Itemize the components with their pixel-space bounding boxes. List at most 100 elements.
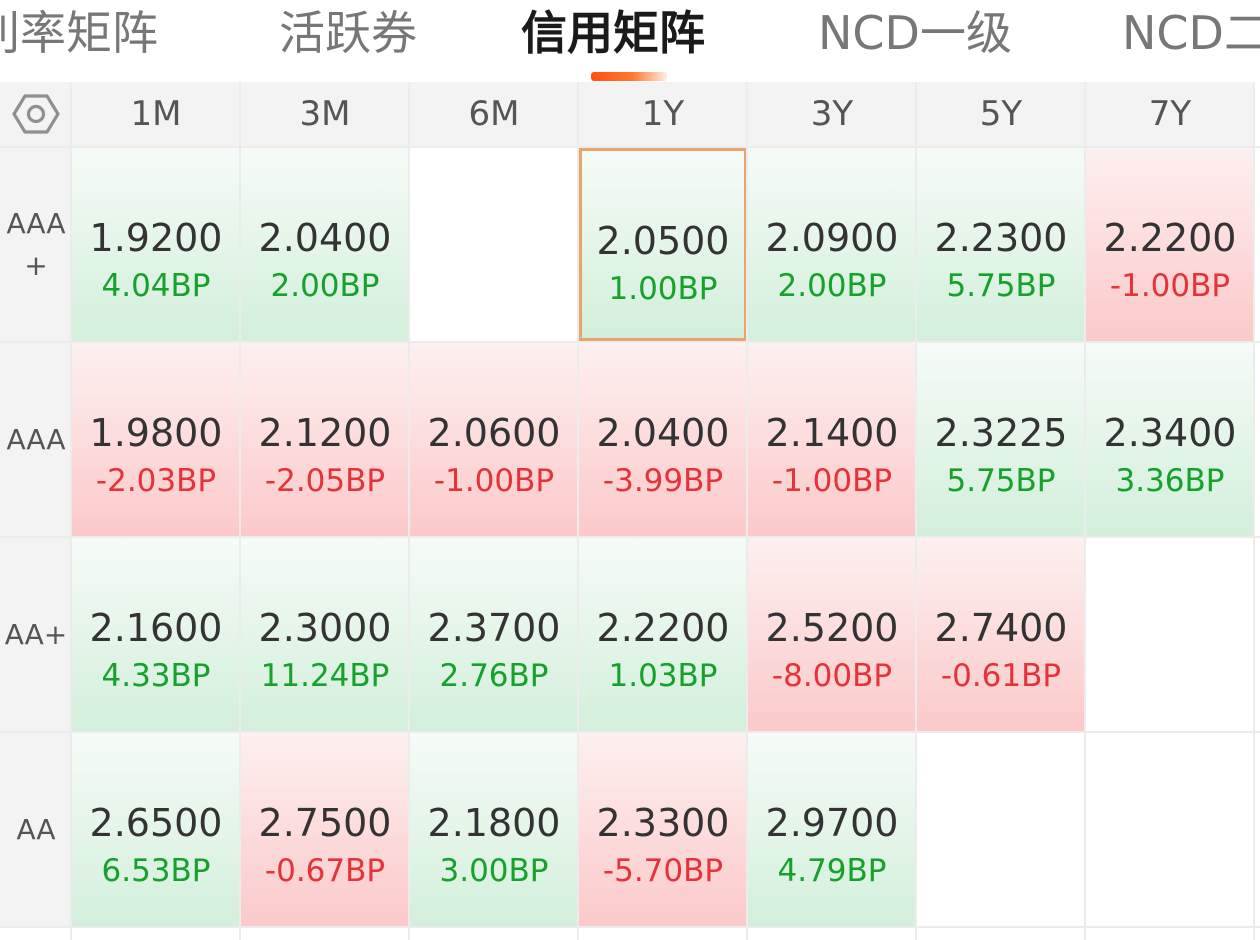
matrix-cell[interactable]: 2.3300 -5.70BP bbox=[579, 733, 747, 926]
column-header-1m: 1M bbox=[72, 82, 240, 146]
matrix-cell[interactable]: 2.5200 -8.00BP bbox=[748, 538, 916, 731]
tab-ncd-primary[interactable]: NCD一级 bbox=[818, 0, 1012, 66]
yield-value: 2.3300 bbox=[596, 801, 730, 845]
matrix-cell[interactable]: 2.1800 3.00BP bbox=[410, 733, 578, 926]
column-header-6m: 6M bbox=[410, 82, 578, 146]
matrix-cell[interactable]: 2.3000 11.24BP bbox=[241, 538, 409, 731]
bp-change: 5.75BP bbox=[946, 463, 1056, 499]
matrix-cell[interactable] bbox=[917, 733, 1085, 926]
yield-value: 2.1200 bbox=[258, 411, 392, 455]
tab-bar: 利率矩阵 活跃券 信用矩阵 NCD一级 NCD二级 bbox=[0, 0, 1260, 82]
matrix-cell[interactable] bbox=[1086, 538, 1254, 731]
column-header-1y: 1Y bbox=[579, 82, 747, 146]
yield-value: 2.2200 bbox=[1103, 216, 1237, 260]
grid-divider bbox=[1084, 82, 1086, 940]
tab-credit-matrix[interactable]: 信用矩阵 bbox=[521, 0, 705, 66]
tab-active-bonds[interactable]: 活跃券 bbox=[279, 0, 417, 66]
matrix-cell[interactable]: 2.3225 5.75BP bbox=[917, 343, 1085, 536]
grid-divider bbox=[239, 82, 241, 940]
yield-value: 2.2300 bbox=[934, 216, 1068, 260]
bp-change: 4.04BP bbox=[101, 268, 211, 304]
grid-divider bbox=[408, 82, 410, 940]
bp-change: -1.00BP bbox=[771, 463, 893, 499]
matrix-cell[interactable]: 2.6500 6.53BP bbox=[72, 733, 240, 926]
bp-change: -1.00BP bbox=[1109, 268, 1231, 304]
bp-change: 4.33BP bbox=[101, 658, 211, 694]
yield-value: 1.9800 bbox=[89, 411, 223, 455]
matrix-cell[interactable]: 2.0400 2.00BP bbox=[241, 148, 409, 341]
matrix-settings-button[interactable] bbox=[0, 82, 72, 146]
bp-change: -0.61BP bbox=[940, 658, 1062, 694]
grid-divider bbox=[70, 82, 72, 940]
row-header: AAA bbox=[0, 343, 72, 536]
grid-divider bbox=[1253, 82, 1255, 940]
yield-value: 2.0400 bbox=[258, 216, 392, 260]
row-header: AA+ bbox=[0, 538, 72, 731]
yield-value: 2.9700 bbox=[765, 801, 899, 845]
grid-divider bbox=[0, 536, 1260, 538]
matrix-cell[interactable]: 2.7500 -0.67BP bbox=[241, 733, 409, 926]
yield-value: 2.3000 bbox=[258, 606, 392, 650]
yield-value: 2.1800 bbox=[427, 801, 561, 845]
matrix-cell[interactable]: 2.7400 -0.61BP bbox=[917, 538, 1085, 731]
matrix-cell[interactable]: 2.1200 -2.05BP bbox=[241, 343, 409, 536]
bp-change: 2.00BP bbox=[777, 268, 887, 304]
bp-change: -2.03BP bbox=[95, 463, 217, 499]
grid-divider bbox=[746, 82, 748, 940]
yield-value: 1.9200 bbox=[89, 216, 223, 260]
yield-value: 2.0900 bbox=[765, 216, 899, 260]
grid-divider bbox=[0, 731, 1260, 733]
tab-rate-matrix[interactable]: 利率矩阵 bbox=[0, 0, 158, 66]
grid-divider bbox=[0, 146, 1260, 148]
bp-change: -3.99BP bbox=[602, 463, 724, 499]
yield-value: 2.5200 bbox=[765, 606, 899, 650]
credit-matrix-grid: 1M 3M 6M 1Y 3Y 5Y 7Y AAA+ 1.9200 4.04BP 2.0400 2.00… bbox=[0, 82, 1260, 940]
tab-ncd-secondary[interactable]: NCD二级 bbox=[1122, 0, 1260, 66]
yield-value: 2.1600 bbox=[89, 606, 223, 650]
bp-change: -5.70BP bbox=[602, 853, 724, 889]
matrix-cell[interactable]: 2.0900 2.00BP bbox=[748, 148, 916, 341]
bp-change: 2.00BP bbox=[270, 268, 380, 304]
matrix-cell[interactable] bbox=[410, 148, 578, 341]
yield-value: 2.3700 bbox=[427, 606, 561, 650]
column-header-5y: 5Y bbox=[917, 82, 1085, 146]
grid-divider bbox=[577, 82, 579, 940]
matrix-cell[interactable]: 2.1600 4.33BP bbox=[72, 538, 240, 731]
bp-change: 4.79BP bbox=[777, 853, 887, 889]
column-header-7y: 7Y bbox=[1086, 82, 1254, 146]
yield-value: 2.6500 bbox=[89, 801, 223, 845]
matrix-cell[interactable]: 2.9700 4.79BP bbox=[748, 733, 916, 926]
matrix-cell[interactable]: 2.2200 -1.00BP bbox=[1086, 148, 1254, 341]
active-tab-indicator bbox=[591, 72, 667, 81]
matrix-cell[interactable]: 2.1400 -1.00BP bbox=[748, 343, 916, 536]
grid-divider bbox=[0, 926, 1260, 928]
matrix-cell[interactable]: 1.9200 4.04BP bbox=[72, 148, 240, 341]
row-header: AAA+ bbox=[0, 148, 72, 341]
bp-change: -8.00BP bbox=[771, 658, 893, 694]
bp-change: -1.00BP bbox=[433, 463, 555, 499]
row-header: AA bbox=[0, 733, 72, 926]
yield-value: 2.3400 bbox=[1103, 411, 1237, 455]
matrix-cell[interactable] bbox=[1086, 733, 1254, 926]
matrix-cell[interactable]: 2.0400 -3.99BP bbox=[579, 343, 747, 536]
bp-change: 5.75BP bbox=[946, 268, 1056, 304]
bp-change: 3.36BP bbox=[1115, 463, 1225, 499]
matrix-cell[interactable]: 2.2300 5.75BP bbox=[917, 148, 1085, 341]
bp-change: 1.00BP bbox=[608, 271, 718, 307]
matrix-cell[interactable]: 2.3700 2.76BP bbox=[410, 538, 578, 731]
yield-value: 2.0400 bbox=[596, 411, 730, 455]
yield-value: 2.0600 bbox=[427, 411, 561, 455]
matrix-cell[interactable]: 2.3400 3.36BP bbox=[1086, 343, 1254, 536]
bp-change: -2.05BP bbox=[264, 463, 386, 499]
grid-divider bbox=[915, 82, 917, 940]
hexagon-gear-icon bbox=[12, 94, 60, 134]
matrix-cell[interactable]: 2.0500 1.00BP bbox=[579, 148, 747, 341]
matrix-cell[interactable]: 2.2200 1.03BP bbox=[579, 538, 747, 731]
column-header-3y: 3Y bbox=[748, 82, 916, 146]
matrix-cell[interactable]: 1.9800 -2.03BP bbox=[72, 343, 240, 536]
yield-value: 2.7400 bbox=[934, 606, 1068, 650]
yield-value: 2.0500 bbox=[596, 219, 730, 263]
matrix-cell[interactable]: 2.0600 -1.00BP bbox=[410, 343, 578, 536]
yield-value: 2.7500 bbox=[258, 801, 392, 845]
bp-change: 11.24BP bbox=[260, 658, 390, 694]
